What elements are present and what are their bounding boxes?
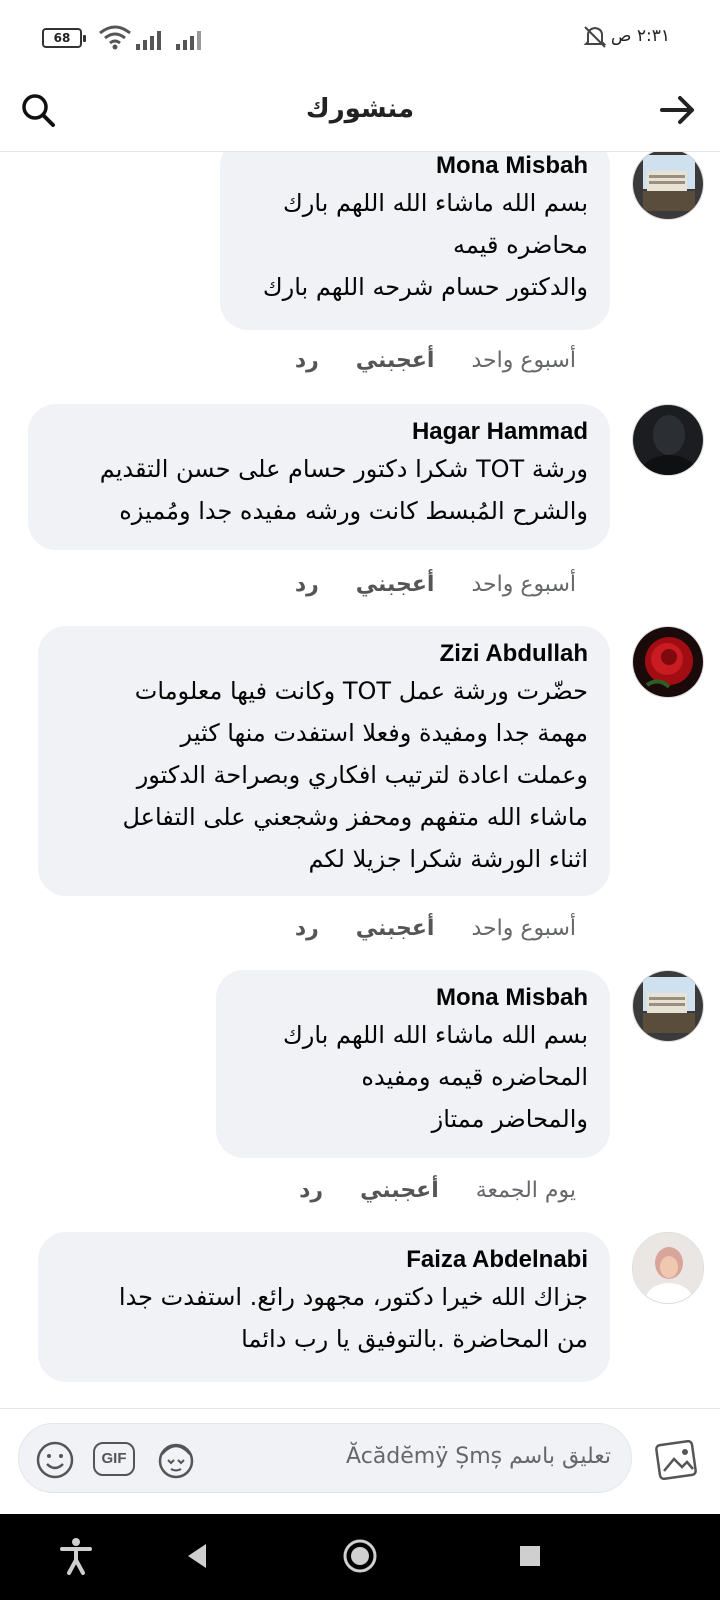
comment-author[interactable]: Faiza Abdelnabi bbox=[60, 1244, 588, 1276]
comment-composer: تعليق باسم Ăcădĕmÿ Șmș GIF bbox=[0, 1408, 720, 1514]
comment-author[interactable]: Mona Misbah bbox=[238, 982, 588, 1014]
comment-bubble[interactable]: Mona Misbah بسم الله ماشاء الله اللهم با… bbox=[220, 152, 610, 330]
comment-time: أسبوع واحد bbox=[471, 348, 576, 373]
app-header: منشورك bbox=[0, 78, 720, 152]
red-rose-avatar bbox=[633, 627, 703, 697]
like-button[interactable]: أعجبني bbox=[356, 916, 435, 941]
recents-nav-icon[interactable] bbox=[510, 1536, 550, 1576]
building-photo-avatar bbox=[633, 971, 703, 1041]
comment-text: بسم الله ماشاء الله اللهم بارك المحاضره … bbox=[283, 1021, 588, 1133]
comment-actions: يوم الجمعة أعجبني رد bbox=[269, 1178, 576, 1203]
comment-actions: أسبوع واحد أعجبني رد bbox=[265, 348, 576, 373]
comment-time: يوم الجمعة bbox=[475, 1178, 576, 1203]
like-button[interactable]: أعجبني bbox=[356, 572, 435, 597]
like-button[interactable]: أعجبني bbox=[360, 1178, 439, 1203]
mute-bell-icon bbox=[583, 26, 607, 48]
signal-icon bbox=[176, 31, 201, 50]
comments-list[interactable]: Mona Misbah بسم الله ماشاء الله اللهم با… bbox=[0, 152, 720, 1408]
image-icon bbox=[655, 1439, 697, 1481]
comment-text: ورشة TOT شكرا دكتور حسام على حسن التقديم… bbox=[99, 455, 588, 525]
comment-actions: أسبوع واحد أعجبني رد bbox=[265, 916, 576, 941]
comment-author[interactable]: Mona Misbah bbox=[242, 152, 588, 182]
avatar-sticker-icon[interactable] bbox=[153, 1440, 199, 1480]
accessibility-icon[interactable] bbox=[56, 1536, 96, 1576]
signal-icon bbox=[136, 31, 161, 50]
gif-button[interactable]: GIF bbox=[93, 1442, 135, 1476]
comment-bubble[interactable]: Zizi Abdullah حضّرت ورشة عمل TOT وكانت ف… bbox=[38, 626, 610, 896]
reply-button[interactable]: رد bbox=[299, 1178, 323, 1203]
comment-author[interactable]: Zizi Abdullah bbox=[60, 638, 588, 670]
avatar[interactable] bbox=[632, 404, 704, 476]
arrow-right-icon bbox=[660, 96, 694, 124]
photo-button[interactable] bbox=[652, 1435, 702, 1485]
avatar[interactable] bbox=[632, 626, 704, 698]
like-button[interactable]: أعجبني bbox=[356, 348, 435, 373]
status-bar: 68 ٢:٣١ ص bbox=[0, 0, 720, 78]
comment-text: حضّرت ورشة عمل TOT وكانت فيها معلومات مه… bbox=[122, 677, 589, 873]
comment-time: أسبوع واحد bbox=[471, 916, 576, 941]
comment-text: بسم الله ماشاء الله اللهم بارك محاضره قي… bbox=[262, 189, 588, 301]
avatar[interactable] bbox=[632, 1232, 704, 1304]
back-nav-icon[interactable] bbox=[182, 1536, 210, 1576]
wifi-icon bbox=[99, 25, 131, 50]
reply-button[interactable]: رد bbox=[295, 348, 319, 373]
comment-author[interactable]: Hagar Hammad bbox=[50, 416, 588, 448]
back-button[interactable] bbox=[656, 88, 700, 132]
comment-input[interactable]: تعليق باسم Ăcădĕmÿ Șmș GIF bbox=[18, 1423, 632, 1493]
reply-button[interactable]: رد bbox=[295, 916, 319, 941]
building-photo-avatar bbox=[633, 152, 703, 219]
page-title: منشورك bbox=[305, 94, 415, 124]
comment-actions: أسبوع واحد أعجبني رد bbox=[265, 572, 576, 597]
comment-bubble[interactable]: Faiza Abdelnabi جزاك الله خيرا دكتور، مج… bbox=[38, 1232, 610, 1382]
comment-input-placeholder: تعليق باسم Ăcădĕmÿ Șmș bbox=[346, 1444, 611, 1469]
avatar[interactable] bbox=[632, 970, 704, 1042]
battery-icon: 68 bbox=[42, 28, 86, 48]
home-nav-icon[interactable] bbox=[340, 1536, 380, 1576]
dark-portrait-avatar bbox=[633, 405, 703, 475]
reply-button[interactable]: رد bbox=[295, 572, 319, 597]
comment-text: جزاك الله خيرا دكتور، مجهود رائع. استفدت… bbox=[118, 1283, 588, 1353]
system-nav-bar bbox=[0, 1514, 720, 1600]
woman-portrait-avatar bbox=[633, 1233, 703, 1303]
comment-bubble[interactable]: Mona Misbah بسم الله ماشاء الله اللهم با… bbox=[216, 970, 610, 1158]
comment-time: أسبوع واحد bbox=[471, 572, 576, 597]
clock: ٢:٣١ ص bbox=[610, 26, 670, 46]
avatar[interactable] bbox=[632, 152, 704, 220]
comment-bubble[interactable]: Hagar Hammad ورشة TOT شكرا دكتور حسام عل… bbox=[28, 404, 610, 550]
emoji-icon[interactable] bbox=[35, 1440, 75, 1480]
